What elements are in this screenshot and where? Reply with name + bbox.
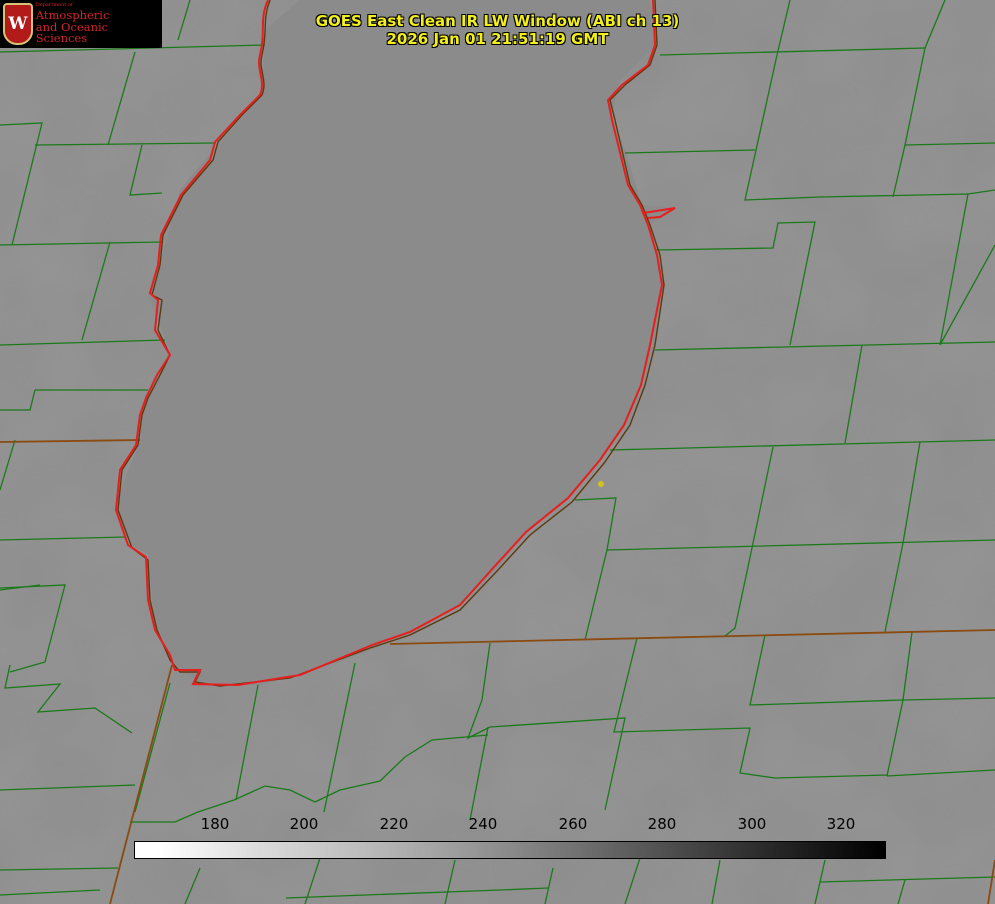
image-title: GOES East Clean IR LW Window (ABI ch 13)… [250,12,745,48]
station-marker [598,481,604,487]
temperature-colorbar [134,841,886,859]
logo-text: Department of Atmospheric and Oceanic Sc… [36,3,162,45]
title-product: GOES East Clean IR LW Window (ABI ch 13) [315,12,680,30]
university-logo: W Department of Atmospheric and Oceanic … [0,0,162,48]
colorbar-tick: 240 [468,815,498,833]
crest-icon: W [3,3,33,45]
colorbar-tick: 220 [379,815,409,833]
colorbar-tick: 300 [737,815,767,833]
colorbar-tick: 200 [289,815,319,833]
title-timestamp: 2026 Jan 01 21:51:19 GMT [386,30,609,48]
colorbar-tick: 180 [200,815,230,833]
logo-line-2: and Oceanic Sciences [35,19,109,46]
colorbar-tick: 320 [826,815,856,833]
colorbar-tick: 280 [647,815,677,833]
colorbar-tick: 260 [558,815,588,833]
satellite-map [0,0,995,904]
